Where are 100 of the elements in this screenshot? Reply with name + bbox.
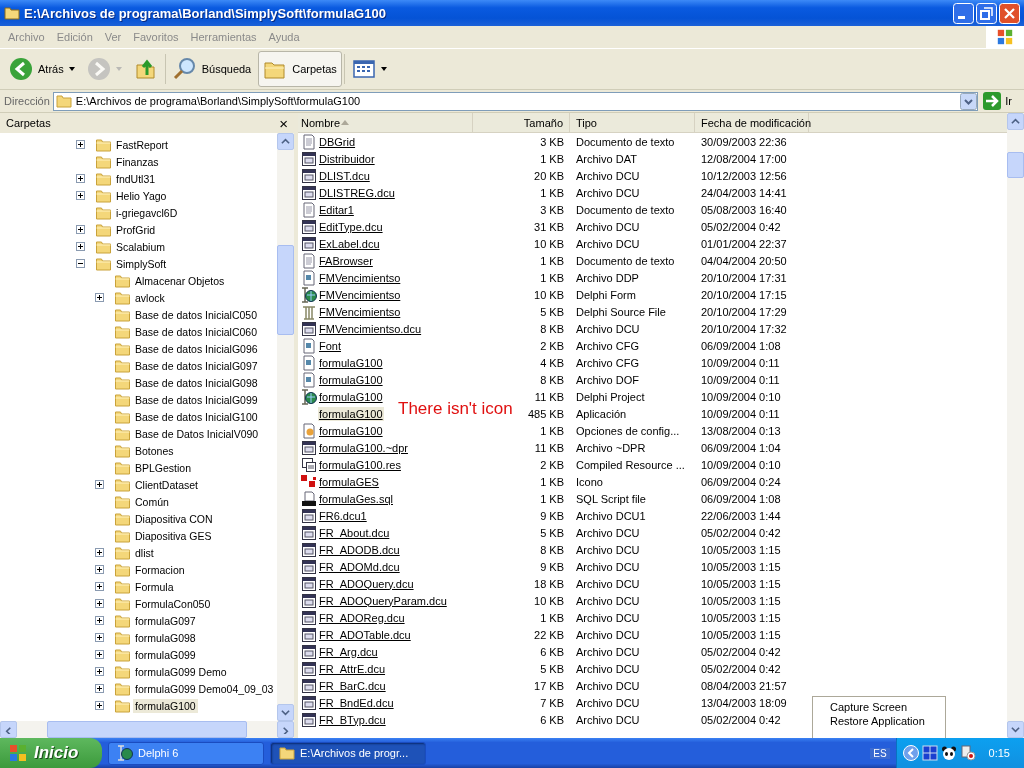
folder-item[interactable]: avlock [133,290,167,305]
file-name[interactable]: formulaG100.~dpr [318,440,409,455]
grid-icon[interactable] [921,745,938,761]
column-header[interactable]: Tipo [570,113,695,132]
taskbar-button[interactable]: Delphi 6 [108,741,264,765]
go-button[interactable]: Ir [981,92,1020,110]
folder-item[interactable]: formulaG097 [133,613,198,628]
file-name[interactable]: FR_ADOReg.dcu [318,610,406,625]
file-name[interactable]: Editar1 [318,202,355,217]
file-name[interactable]: FR_BarC.dcu [318,678,387,693]
folder-item[interactable]: Base de datos InicialC050 [133,307,259,322]
folder-item[interactable]: Base de Datos InicialV090 [133,426,261,441]
file-name[interactable]: FR_BndEd.dcu [318,695,395,710]
folder-item[interactable]: formulaG098 [133,630,198,645]
folder-item[interactable]: Base de datos InicialC060 [133,324,259,339]
search-button[interactable]: Búsqueda [167,51,257,87]
folder-item[interactable]: Base de datos InicialG100 [133,409,260,424]
folder-item[interactable]: Base de datos InicialG098 [133,375,260,390]
expand-icon[interactable] [95,633,104,642]
folder-item[interactable]: formulaG099 Demo [133,664,229,679]
file-name[interactable]: DBGrid [318,134,357,149]
restore-button[interactable] [976,2,997,24]
folder-item[interactable]: FormulaCon050 [133,596,213,611]
folder-item[interactable]: FastReport [114,137,170,152]
file-name[interactable]: FR6.dcu1 [318,508,368,523]
file-name[interactable]: FR_ADODB.dcu [318,542,401,557]
folder-item[interactable]: Scalabium [114,239,168,254]
folder-item[interactable]: Helio Yago [114,188,169,203]
folder-item[interactable]: Base de datos InicialG096 [133,341,260,356]
folder-item[interactable]: BPLGestion [133,460,194,475]
horizontal-scrollbar[interactable] [0,721,294,738]
file-name[interactable]: DLISTREG.dcu [318,185,396,200]
file-name[interactable]: FR_ADOQuery.dcu [318,576,415,591]
file-name[interactable]: FR_AttrE.dcu [318,661,387,676]
expand-icon[interactable] [95,667,104,676]
dropdown-button[interactable] [960,92,978,110]
folder-item[interactable]: i-griegavcl6D [114,205,180,220]
file-name[interactable]: FMVencimientso.dcu [318,321,423,336]
expand-icon[interactable] [95,616,104,625]
expand-icon[interactable] [95,582,104,591]
folder-item[interactable]: Botones [133,443,176,458]
file-name[interactable]: FR_ADOTable.dcu [318,627,412,642]
minimize-button[interactable] [953,2,974,24]
expand-icon[interactable] [76,191,85,200]
expand-icon[interactable] [95,548,104,557]
file-name[interactable]: FMVencimientso [318,287,402,302]
close-button[interactable]: × [279,114,288,132]
expand-icon[interactable] [95,650,104,659]
file-name[interactable]: Font [318,338,342,353]
folder-item[interactable]: dlist [133,545,156,560]
file-name[interactable]: FR_BTyp.dcu [318,712,387,727]
file-name[interactable]: formulaG100 [318,389,384,404]
file-name[interactable]: formulaG100 [318,423,384,438]
scrollbar[interactable] [1007,113,1024,738]
file-name[interactable]: ExLabel.dcu [318,236,381,251]
folder-item[interactable]: ProfGrid [114,222,158,237]
folder-item[interactable]: Formula [133,579,176,594]
folder-item[interactable]: Común [133,494,171,509]
folder-item[interactable]: SimplySoft [114,256,169,271]
column-header[interactable]: Fecha de modificación [695,113,809,132]
folder-item[interactable]: Base de datos InicialG099 [133,392,260,407]
expand-icon[interactable] [95,565,104,574]
expand-icon[interactable] [95,480,104,489]
file-name[interactable]: formulaGES [318,474,380,489]
expand-icon[interactable] [95,293,104,302]
file-name[interactable]: EditType.dcu [318,219,384,234]
folder-item[interactable]: Diapositiva GES [133,528,214,543]
address-field[interactable]: E:\Archivos de programa\Borland\SimplySoft\formulaG100 [52,91,979,111]
scrollbar[interactable] [277,133,294,721]
file-name[interactable]: formulaG100.res [318,457,402,472]
chevron-icon[interactable] [902,745,919,761]
expand-icon[interactable] [95,599,104,608]
expand-icon[interactable] [76,225,85,234]
folder-item[interactable]: fndUtl31 [114,171,158,186]
file-name[interactable]: DLIST.dcu [318,168,371,183]
menu-item[interactable]: Capture Screen [813,700,945,714]
back-button[interactable]: Atrás [4,51,80,87]
folders-button[interactable]: Carpetas [258,51,342,87]
file-name[interactable]: FMVencimientso [318,304,402,319]
expand-icon[interactable] [76,242,85,251]
menu-item[interactable]: Restore Application [813,714,945,728]
column-header[interactable]: Nombre [298,113,473,132]
scroll-thumb[interactable] [1007,152,1024,178]
language-indicator[interactable]: ES [870,747,890,759]
file-name[interactable]: FMVencimientso [318,270,402,285]
panda-icon[interactable] [940,745,957,761]
scroll-thumb[interactable] [47,721,247,738]
folder-item[interactable]: Base de datos InicialG097 [133,358,260,373]
file-name[interactable]: formulaG100 [318,355,384,370]
expand-icon[interactable] [95,701,104,710]
expand-icon[interactable] [76,140,85,149]
file-name[interactable]: formulaGes.sql [318,491,394,506]
record-icon[interactable] [959,745,976,761]
file-name[interactable]: FR_ADOQueryParam.dcu [318,593,448,608]
file-name[interactable]: FR_About.dcu [318,525,391,540]
folder-item[interactable]: formulaG100 [133,698,198,713]
folder-item[interactable]: Finanzas [114,154,161,169]
collapse-icon[interactable] [76,259,85,268]
column-header[interactable]: Tamaño [473,113,570,132]
file-name[interactable]: formulaG100 [318,372,384,387]
